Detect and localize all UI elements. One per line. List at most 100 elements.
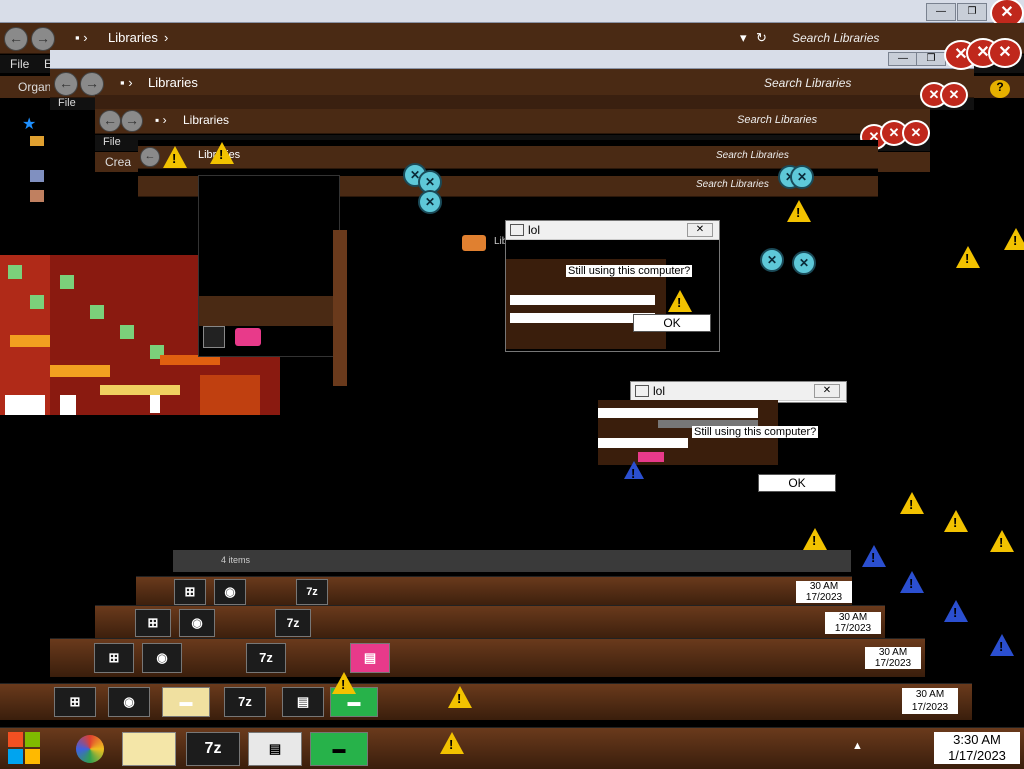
warning-icon-blue: [900, 571, 924, 593]
error-icon: ✕: [418, 190, 442, 214]
search-input[interactable]: Search Libraries: [792, 31, 879, 45]
breadcrumb-chevron-icon: ›: [164, 30, 169, 45]
warning-icon: [210, 142, 234, 164]
warning-icon: [944, 510, 968, 532]
warning-icon-blue: [862, 545, 886, 567]
warning-icon: [668, 290, 692, 312]
chevron-down-icon[interactable]: ▾: [740, 30, 747, 46]
scrollbar[interactable]: [333, 230, 347, 386]
forward-button[interactable]: →: [31, 27, 55, 51]
ok-button[interactable]: OK: [633, 314, 711, 332]
folder-icon: [30, 136, 44, 146]
window-icon: [510, 224, 524, 236]
address-bar: ← Libraries Search Libraries: [138, 146, 878, 169]
clock[interactable]: 30 AM 17/2023: [902, 688, 958, 714]
dialog-title-bar: lol ✕: [506, 221, 719, 240]
clock[interactable]: 3:30 AM 1/17/2023: [934, 732, 1020, 764]
close-button[interactable]: ✕: [940, 82, 968, 108]
start-button[interactable]: ⊞: [174, 579, 206, 605]
clock[interactable]: 30 AM 17/2023: [825, 612, 881, 634]
help-icon[interactable]: ?: [990, 80, 1010, 98]
start-button[interactable]: [8, 732, 42, 766]
browser-icon[interactable]: ◉: [214, 579, 246, 605]
menu-file[interactable]: File: [103, 136, 121, 148]
warning-icon: [900, 492, 924, 514]
address-bar: ← → ▪ › Libraries Search Libraries: [50, 69, 974, 98]
dialog-lol-1: lol ✕ Still using this computer? OK: [505, 220, 720, 352]
organize-button[interactable]: Organ: [18, 80, 51, 94]
back-button[interactable]: ←: [4, 27, 28, 51]
back-button[interactable]: ←: [99, 110, 121, 132]
ok-button[interactable]: OK: [758, 474, 836, 492]
file-explorer-icon[interactable]: ▬: [162, 687, 210, 717]
libraries-folder-icon: ▪ ›: [75, 30, 88, 45]
favorites-star-icon: ★: [22, 116, 37, 133]
warning-icon: [1004, 228, 1024, 250]
menu-file[interactable]: File: [58, 97, 76, 109]
file-icon: [30, 190, 44, 202]
start-button[interactable]: ⊞: [135, 609, 171, 637]
search-input[interactable]: Search Libraries: [737, 114, 817, 126]
notepad-icon[interactable]: ▤: [248, 732, 302, 766]
menu-file[interactable]: File: [10, 57, 29, 71]
notepad-icon[interactable]: ▤: [282, 687, 324, 717]
dialog-title-bar: lol ✕: [631, 382, 846, 401]
close-button[interactable]: ✕: [988, 38, 1022, 68]
minimize-button[interactable]: —: [888, 52, 918, 66]
browser-icon[interactable]: [66, 732, 114, 766]
file-explorer-icon[interactable]: [122, 732, 176, 766]
error-icon: ✕: [760, 248, 784, 272]
glitch-echo: [510, 295, 655, 305]
forward-button[interactable]: →: [121, 110, 143, 132]
breadcrumb[interactable]: Libraries: [108, 30, 158, 45]
maximize-button[interactable]: ❐: [916, 52, 946, 66]
breadcrumb[interactable]: Libraries: [148, 75, 198, 90]
warning-icon: [448, 686, 472, 708]
address-bar: ← → ▪ › Libraries Search Libraries: [95, 109, 930, 134]
7zip-icon[interactable]: 7z: [224, 687, 266, 717]
file-icon: [30, 170, 44, 182]
start-button[interactable]: ⊞: [54, 687, 96, 717]
library-icon[interactable]: [462, 235, 486, 251]
7zip-icon[interactable]: 7z: [296, 579, 328, 605]
7zip-icon[interactable]: 7z: [275, 609, 311, 637]
error-icon: ✕: [790, 165, 814, 189]
clock[interactable]: 30 AM 17/2023: [796, 581, 852, 603]
close-button[interactable]: ✕: [902, 120, 930, 146]
minimize-button[interactable]: —: [926, 3, 956, 21]
maximize-button[interactable]: ❐: [957, 3, 987, 21]
clock[interactable]: 30 AM 17/2023: [865, 647, 921, 669]
title-bar: [50, 50, 974, 69]
libraries-folder-icon: ▪ ›: [155, 113, 167, 127]
dialog-message: Still using this computer?: [692, 426, 819, 438]
back-button[interactable]: ←: [140, 147, 160, 167]
7zip-icon[interactable]: 7z: [246, 643, 286, 673]
browser-icon[interactable]: ◉: [142, 643, 182, 673]
taskbar: 7z ▤ ▬ ▲ 3:30 AM1/17/2023: [0, 727, 1024, 769]
search-input[interactable]: Search Libraries: [716, 150, 789, 161]
dialog-title: lol: [528, 223, 541, 237]
start-button[interactable]: ⊞: [94, 643, 134, 673]
browser-icon[interactable]: ◉: [108, 687, 150, 717]
chat-app-icon[interactable]: ▤: [350, 643, 390, 673]
libraries-folder-icon: ▪ ›: [120, 75, 133, 90]
browser-icon[interactable]: ◉: [179, 609, 215, 637]
7zip-icon[interactable]: 7z: [186, 732, 240, 766]
create-button[interactable]: Crea: [105, 155, 131, 169]
warning-icon-blue: [624, 461, 644, 481]
warning-icon-blue: [944, 600, 968, 622]
navigation-pane: [198, 175, 340, 357]
dialog-close-button[interactable]: ✕: [814, 384, 840, 398]
warning-icon: [440, 732, 464, 754]
search-input[interactable]: Search Libraries: [764, 76, 851, 90]
app-icon: [235, 328, 261, 346]
chat-app-icon[interactable]: ▬: [310, 732, 368, 766]
warning-icon: [163, 146, 187, 168]
chevron-up-icon[interactable]: ▲: [852, 740, 863, 752]
refresh-icon[interactable]: ↻: [756, 30, 767, 46]
breadcrumb[interactable]: Libraries: [183, 113, 229, 127]
back-button[interactable]: ←: [54, 72, 78, 96]
forward-button[interactable]: →: [80, 72, 104, 96]
dialog-close-button[interactable]: ✕: [687, 223, 713, 237]
search-input[interactable]: Search Libraries: [696, 179, 769, 190]
